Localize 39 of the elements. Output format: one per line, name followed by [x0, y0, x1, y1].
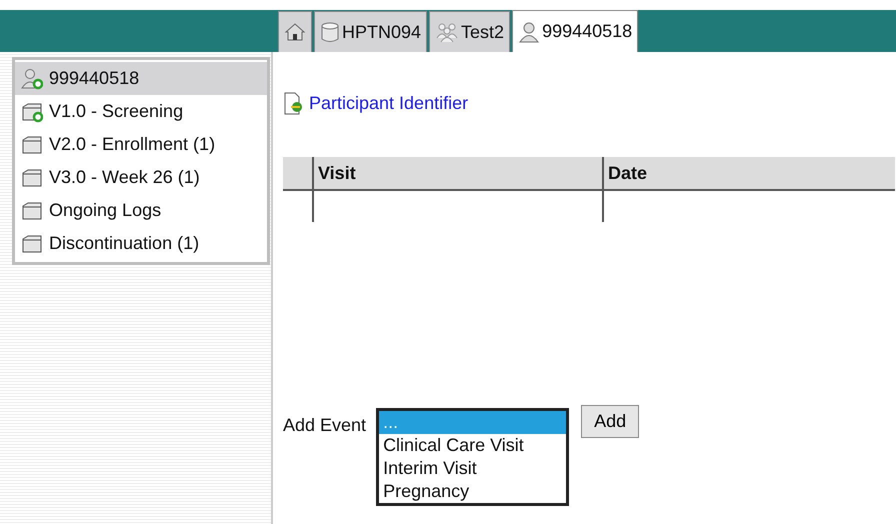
participant-identifier-link[interactable]: Participant Identifier — [309, 90, 468, 117]
tree-label: V1.0 - Screening — [49, 100, 184, 123]
tree-item[interactable]: Ongoing Logs — [15, 194, 267, 227]
tree-item[interactable]: V1.0 - Screening — [15, 95, 267, 128]
tab[interactable]: HPTN094 — [314, 11, 428, 52]
folder-icon — [21, 200, 43, 222]
home-icon — [284, 21, 306, 43]
tree-label: V3.0 - Week 26 (1) — [49, 166, 200, 189]
column-header: Visit — [313, 157, 603, 190]
event-listbox[interactable]: ... Clinical Care Visit Interim Visit Pregnancy — [376, 408, 570, 506]
add-button[interactable]: Add — [581, 405, 640, 438]
tree-label: 999440518 — [49, 67, 140, 90]
tab-label: HPTN094 — [342, 20, 422, 44]
folder-icon — [21, 166, 43, 188]
tree-label: V2.0 - Enrollment (1) — [49, 133, 216, 156]
tree-label: Discontinuation (1) — [49, 232, 200, 255]
tab-label: 999440518 — [542, 20, 632, 43]
folder-status-icon — [21, 100, 43, 122]
listbox-option[interactable]: Pregnancy — [379, 480, 566, 503]
listbox-option[interactable]: Clinical Care Visit — [379, 434, 566, 457]
tab-label: Test2 — [461, 20, 504, 44]
folder-icon — [21, 232, 43, 254]
listbox-option[interactable]: Interim Visit — [379, 457, 566, 480]
tree-item[interactable]: 999440518 — [15, 62, 267, 95]
person-icon — [518, 20, 540, 42]
document-key-icon — [283, 92, 305, 116]
folder-icon — [21, 134, 43, 156]
tree-item[interactable]: Discontinuation (1) — [15, 227, 267, 260]
add-event-label: Add Event — [283, 414, 366, 437]
column-header: Date — [603, 157, 895, 190]
home-tab[interactable] — [278, 11, 312, 52]
tab[interactable]: 999440518 — [512, 10, 638, 52]
people-icon — [435, 21, 460, 43]
tab[interactable]: Test2 — [429, 11, 510, 52]
tree-item[interactable]: V2.0 - Enrollment (1) — [15, 128, 267, 161]
person-status-icon — [21, 68, 43, 90]
cylinder-icon — [320, 21, 340, 43]
tree-label: Ongoing Logs — [49, 199, 162, 222]
tree-item[interactable]: V3.0 - Week 26 (1) — [15, 161, 267, 194]
